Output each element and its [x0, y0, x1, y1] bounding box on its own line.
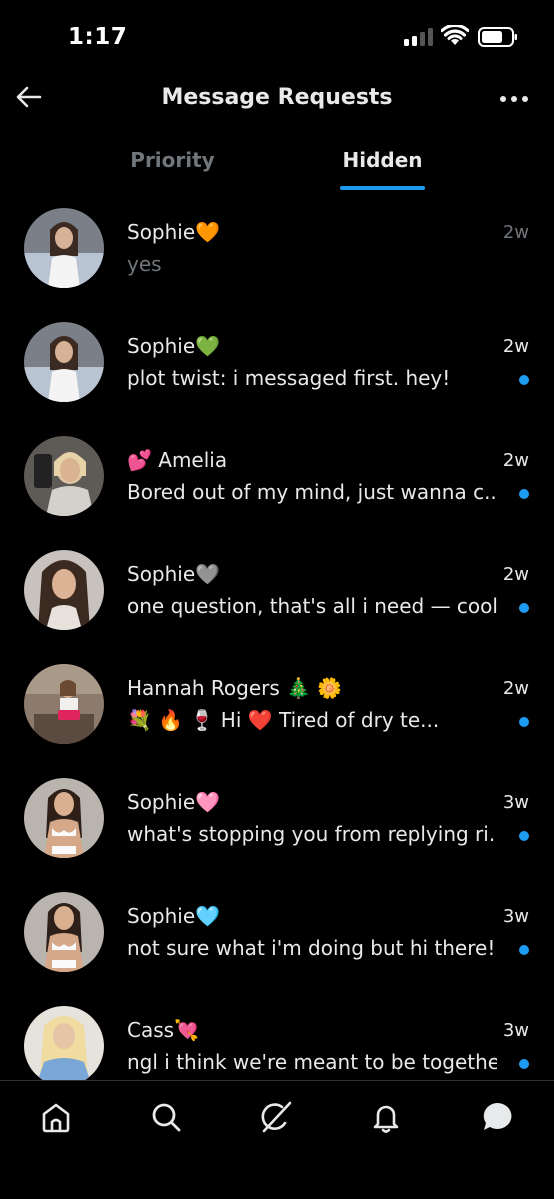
unread-indicator	[519, 1059, 529, 1069]
unread-indicator	[519, 831, 529, 841]
timestamp: 3w	[502, 792, 529, 813]
tab-hidden[interactable]: Hidden	[310, 148, 455, 172]
unread-indicator	[519, 717, 529, 727]
conversation-row[interactable]: Sophie🧡 2w yes	[0, 200, 554, 310]
grok-icon[interactable]	[256, 1097, 296, 1137]
status-bar: 1:17	[0, 0, 554, 70]
sender-name: 💕 Amelia	[127, 448, 228, 472]
page-title: Message Requests	[161, 85, 393, 110]
sender-name: Sophie💚	[127, 334, 221, 358]
tab-priority[interactable]: Priority	[100, 148, 245, 172]
timestamp: 2w	[502, 564, 529, 585]
conversation-row[interactable]: Sophie🩷 3w what's stopping you from repl…	[0, 770, 554, 880]
conversation-row[interactable]: Sophie💚 2w plot twist: i messaged first.…	[0, 314, 554, 424]
message-preview: 💐 🔥 🍷 Hi ❤️ Tired of dry te...	[127, 708, 440, 732]
message-preview: plot twist: i messaged first. hey!	[127, 366, 451, 390]
bell-icon[interactable]	[366, 1097, 406, 1137]
more-options-icon[interactable]	[498, 94, 530, 104]
avatar	[24, 664, 104, 744]
avatar	[24, 208, 104, 288]
messages-icon[interactable]	[478, 1097, 518, 1137]
message-preview: not sure what i'm doing but hi there!	[127, 936, 496, 960]
unread-indicator	[519, 603, 529, 613]
conversation-row[interactable]: 💕 Amelia 2w Bored out of my mind, just w…	[0, 428, 554, 538]
cellular-signal-icon	[404, 28, 434, 46]
conversation-row[interactable]: Hannah Rogers 🎄 🌼 2w 💐 🔥 🍷 Hi ❤️ Tired o…	[0, 656, 554, 766]
home-icon[interactable]	[36, 1097, 76, 1137]
timestamp: 2w	[502, 678, 529, 699]
message-preview: yes	[127, 252, 162, 276]
timestamp: 2w	[502, 336, 529, 357]
message-preview: ngl i think we're meant to be together	[127, 1050, 497, 1074]
sender-name: Sophie🩵	[127, 904, 221, 928]
avatar	[24, 322, 104, 402]
sender-name: Sophie🩷	[127, 790, 221, 814]
timestamp: 3w	[502, 906, 529, 927]
bottom-nav	[0, 1080, 554, 1199]
message-preview: Bored out of my mind, just wanna c...	[127, 480, 497, 504]
message-preview: one question, that's all i need — cool?	[127, 594, 497, 618]
avatar	[24, 778, 104, 858]
sender-name: Sophie🧡	[127, 220, 221, 244]
unread-indicator	[519, 489, 529, 499]
timestamp: 2w	[502, 222, 529, 243]
message-preview: what's stopping you from replying ri...	[127, 822, 497, 846]
header: Message Requests	[0, 72, 554, 128]
tab-bar: Priority Hidden	[0, 136, 554, 196]
avatar	[24, 436, 104, 516]
avatar	[24, 550, 104, 630]
timestamp: 2w	[502, 450, 529, 471]
status-time: 1:17	[68, 24, 128, 50]
battery-icon	[478, 27, 517, 47]
timestamp: 3w	[502, 1020, 529, 1041]
unread-indicator	[519, 945, 529, 955]
unread-indicator	[519, 375, 529, 385]
avatar	[24, 1006, 104, 1086]
sender-name: Sophie🩶	[127, 562, 221, 586]
avatar	[24, 892, 104, 972]
wifi-icon	[441, 25, 469, 45]
conversation-row[interactable]: Sophie🩵 3w not sure what i'm doing but h…	[0, 884, 554, 994]
search-icon[interactable]	[146, 1097, 186, 1137]
sender-name: Hannah Rogers 🎄 🌼	[127, 676, 343, 700]
sender-name: Cass💘	[127, 1018, 199, 1042]
active-tab-indicator	[340, 186, 425, 190]
conversation-row[interactable]: Sophie🩶 2w one question, that's all i ne…	[0, 542, 554, 652]
